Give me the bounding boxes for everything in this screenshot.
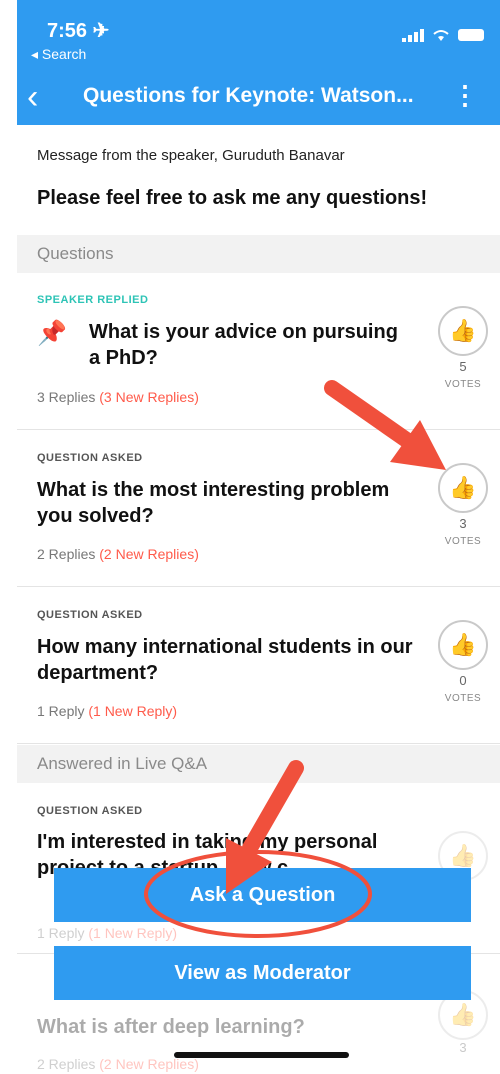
replies-count[interactable]: 2 Replies (2 New Replies): [37, 546, 199, 562]
app-header: 7:56 ✈ ◂ Search ‹ Questions for Keynote:…: [17, 0, 500, 125]
home-indicator: [174, 1052, 349, 1058]
replies-count[interactable]: 3 Replies (3 New Replies): [37, 389, 199, 405]
question-text: What is after deep learning?: [37, 1016, 305, 1038]
status-label: QUESTION ASKED: [37, 609, 143, 621]
question-card[interactable]: SPEAKER REPLIED 📌 What is your advice on…: [17, 273, 500, 430]
thumbs-up-icon[interactable]: 👍: [438, 306, 488, 356]
battery-icon: [458, 29, 484, 41]
speaker-from: Message from the speaker, Guruduth Banav…: [37, 147, 345, 164]
chevron-left-icon[interactable]: ‹: [27, 80, 38, 114]
question-text: How many international students in our d…: [37, 636, 413, 684]
status-label: SPEAKER REPLIED: [37, 294, 149, 306]
section-header-questions: Questions: [17, 235, 500, 273]
question-text: What is the most interesting problem you…: [37, 479, 390, 527]
speaker-text: Please feel free to ask me any questions…: [37, 187, 428, 209]
question-text: What is your advice on pursuing a PhD?: [89, 321, 398, 369]
question-card[interactable]: QUESTION ASKED What is the most interest…: [17, 430, 500, 587]
replies-count[interactable]: 1 Reply (1 New Reply): [37, 925, 177, 941]
view-as-moderator-button[interactable]: View as Moderator: [54, 946, 471, 1000]
app-screen: 7:56 ✈ ◂ Search ‹ Questions for Keynote:…: [17, 0, 500, 1074]
replies-count[interactable]: 2 Replies (2 New Replies): [37, 1056, 199, 1072]
page-title: Questions for Keynote: Watson...: [83, 84, 414, 107]
speaker-message: Message from the speaker, Guruduth Banav…: [17, 125, 500, 235]
question-card[interactable]: QUESTION ASKED How many international st…: [17, 587, 500, 744]
kebab-icon[interactable]: ⋮: [452, 82, 478, 108]
status-icons: [402, 28, 484, 42]
thumbs-up-icon[interactable]: 👍: [438, 620, 488, 670]
vote-count: 3: [459, 1040, 467, 1055]
status-back-to-search[interactable]: ◂ Search: [31, 46, 86, 63]
vote-label: VOTES: [444, 379, 482, 390]
status-label: QUESTION ASKED: [37, 805, 143, 817]
ask-question-button[interactable]: Ask a Question: [54, 868, 471, 922]
status-time: 7:56 ✈: [47, 20, 110, 42]
replies-count[interactable]: 1 Reply (1 New Reply): [37, 703, 177, 719]
signal-icon: [402, 28, 424, 42]
status-label: QUESTION ASKED: [37, 452, 143, 464]
vote-count: 0: [459, 673, 467, 688]
wifi-icon: [433, 30, 449, 41]
vote-count: 3: [459, 516, 467, 531]
thumbs-up-icon[interactable]: 👍: [438, 463, 488, 513]
section-header-answered: Answered in Live Q&A: [17, 745, 500, 783]
pin-icon: 📌: [37, 320, 67, 347]
vote-label: VOTES: [444, 693, 482, 704]
vote-label: VOTES: [444, 536, 482, 547]
vote-count: 5: [459, 359, 467, 374]
